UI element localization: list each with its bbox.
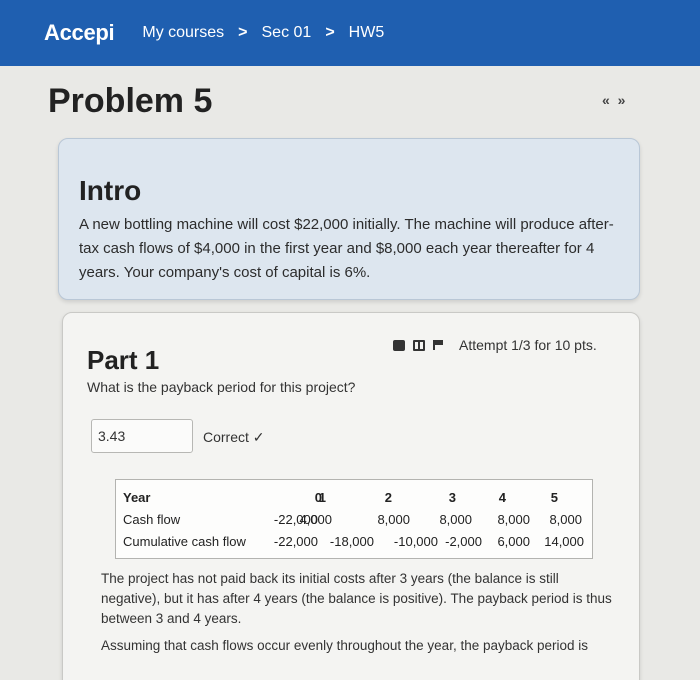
table-cell: 3 <box>448 490 456 505</box>
table-cell: -18,000 <box>329 534 374 549</box>
cumulative-cash-flow-label: Cumulative cash flow <box>123 534 246 549</box>
breadcrumb-sec-01[interactable]: Sec 01 <box>262 24 312 42</box>
intro-card: Intro A new bottling machine will cost $… <box>58 138 640 300</box>
explanation-paragraph: Assuming that cash flows occur evenly th… <box>101 638 589 653</box>
part-toolbar: Attempt 1/3 for 10 pts. <box>393 337 597 353</box>
cash-flow-table: Year 0 1 2 3 4 5 Cash flow -22,000 4,000… <box>115 479 593 559</box>
answer-input[interactable]: 3.43 <box>91 419 193 453</box>
intro-heading: Intro <box>79 175 142 206</box>
table-cell: -2,000 <box>445 534 482 549</box>
flag-icon[interactable] <box>433 340 443 350</box>
table-row: Year 0 1 2 3 4 5 <box>116 486 592 508</box>
explanation-paragraph: The project has not paid back its initia… <box>101 571 612 626</box>
explanation-text: The project has not paid back its initia… <box>101 569 621 656</box>
table-cell: 5 <box>550 490 558 505</box>
status-correct: Correct ✓ <box>203 429 265 445</box>
table-cell: 8,000 <box>497 512 530 527</box>
cash-flow-label: Cash flow <box>123 512 181 527</box>
prev-next-arrows-icon[interactable]: « » <box>602 92 627 108</box>
table-cell: 4 <box>498 490 506 505</box>
table-row: Cumulative cash flow -22,000 -18,000 -10… <box>116 530 592 552</box>
year-label: Year <box>123 490 151 505</box>
table-row: Cash flow -22,000 4,000 8,000 8,000 8,00… <box>116 508 592 530</box>
book-icon[interactable] <box>413 339 425 351</box>
table-cell: 2 <box>384 490 392 505</box>
breadcrumb-hw5[interactable]: HW5 <box>349 24 385 42</box>
table-cell: 4,000 <box>299 512 332 527</box>
table-cell: 14,000 <box>544 534 584 549</box>
part-heading: Part 1 <box>87 345 160 375</box>
table-cell: 8,000 <box>549 512 582 527</box>
page-title: Problem 5 <box>48 82 213 120</box>
calculator-icon[interactable] <box>393 339 405 351</box>
intro-text: A new bottling machine will cost $22,000… <box>79 216 614 281</box>
breadcrumb-my-courses[interactable]: My courses <box>142 24 224 42</box>
breadcrumb-separator-chevron-icon: > <box>238 24 248 41</box>
table-cell: 1 <box>318 490 326 505</box>
question-text: What is the payback period for this proj… <box>87 379 356 395</box>
part-1-card: Part 1 Attempt 1/3 for 10 pts. What is t… <box>62 312 640 680</box>
brand-logo[interactable]: Accepi <box>44 20 115 46</box>
table-cell: 8,000 <box>377 512 410 527</box>
table-cell: 6,000 <box>497 534 530 549</box>
top-navigation-bar: Accepi My courses > Sec 01 > HW5 <box>0 0 700 66</box>
attempt-counter: Attempt 1/3 for 10 pts. <box>459 337 597 353</box>
table-cell: 8,000 <box>439 512 472 527</box>
breadcrumb-separator-chevron-icon: > <box>325 24 335 41</box>
table-cell: -22,000 <box>273 534 318 549</box>
